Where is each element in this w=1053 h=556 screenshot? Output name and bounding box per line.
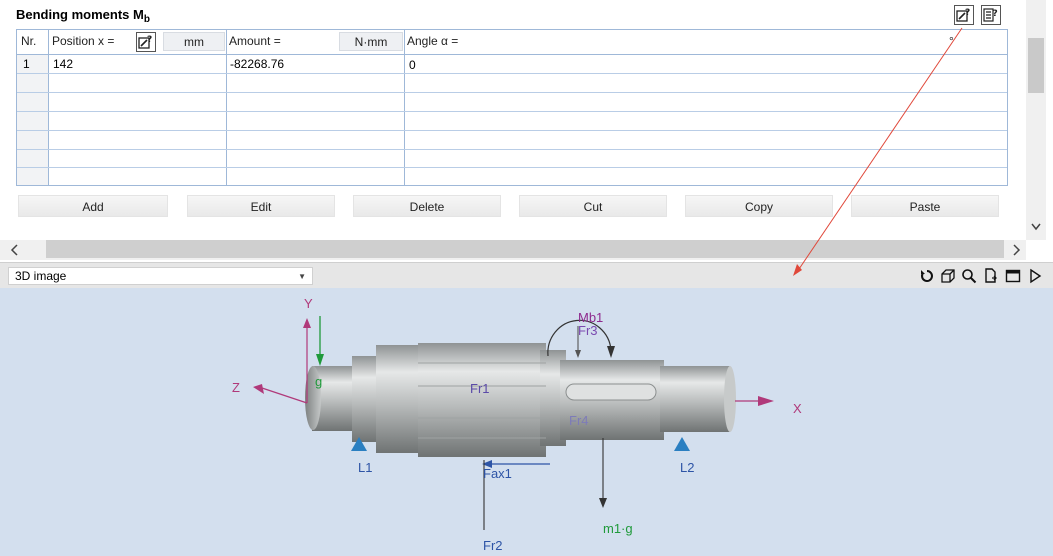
bending-moments-table: Nr. Position x = ? mm Amount = N·mm Angl… bbox=[16, 29, 1008, 186]
col-header-amount: Amount = bbox=[229, 34, 281, 48]
cell-nr[interactable]: 1 bbox=[23, 55, 30, 73]
vertical-scrollbar[interactable] bbox=[1026, 0, 1046, 240]
cell-angle[interactable]: 0 bbox=[409, 56, 416, 74]
rotate-view-button[interactable] bbox=[918, 266, 936, 286]
horizontal-scrollbar-thumb[interactable] bbox=[46, 240, 1004, 258]
col-unit-amount: N·mm bbox=[339, 32, 403, 51]
gravity-arrow bbox=[316, 316, 324, 366]
rotate-icon bbox=[921, 270, 933, 282]
axis-label-x: X bbox=[793, 401, 802, 416]
force-label-fr4: Fr4 bbox=[569, 413, 589, 428]
window-button[interactable] bbox=[1004, 266, 1022, 286]
col-header-angle: Angle α = bbox=[407, 34, 459, 48]
svg-text:?: ? bbox=[147, 35, 152, 45]
grid-line bbox=[17, 73, 1007, 74]
axis-label-z: Z bbox=[232, 380, 240, 395]
edit-button[interactable]: Edit bbox=[187, 195, 335, 217]
shaft-body bbox=[305, 343, 736, 457]
grid-line bbox=[17, 111, 1007, 112]
magnifier-icon bbox=[962, 269, 977, 284]
force-label-fr2: Fr2 bbox=[483, 538, 503, 553]
scroll-right-icon[interactable] bbox=[1009, 243, 1023, 257]
copy-button[interactable]: Copy bbox=[685, 195, 833, 217]
edit-help-button[interactable]: ? bbox=[954, 5, 974, 25]
play-button[interactable] bbox=[1026, 266, 1044, 286]
svg-text:?: ? bbox=[993, 9, 998, 19]
list-help-button[interactable]: ? bbox=[981, 5, 1001, 25]
force-label-fr1: Fr1 bbox=[470, 381, 490, 396]
weight-force-arrow bbox=[599, 438, 607, 508]
cube-icon bbox=[941, 269, 955, 283]
list-help-icon: ? bbox=[983, 8, 998, 22]
add-button[interactable]: Add bbox=[18, 195, 168, 217]
zoom-button[interactable] bbox=[960, 266, 978, 286]
cell-amount[interactable]: -82268.76 bbox=[230, 55, 284, 73]
view-mode-select[interactable]: 3D image ▼ bbox=[8, 267, 313, 285]
grid-line bbox=[17, 167, 1007, 168]
scroll-down-icon[interactable] bbox=[1030, 220, 1042, 234]
col-header-nr: Nr. bbox=[21, 34, 37, 48]
section-title-text: Bending moments M bbox=[16, 7, 144, 22]
document-export-icon bbox=[985, 268, 997, 283]
bearing-l2-icon bbox=[674, 437, 690, 451]
force-label-fr3: Fr3 bbox=[578, 323, 598, 338]
force-label-m1g: m1·g bbox=[603, 521, 633, 536]
position-edit-button[interactable]: ? bbox=[136, 32, 156, 52]
section-title: Bending moments Mb bbox=[16, 7, 150, 25]
edit-help-icon: ? bbox=[956, 8, 970, 22]
paste-button[interactable]: Paste bbox=[851, 195, 999, 217]
3d-viewport[interactable]: Y Z X g Mb1 Fr3 Fr1 Fr4 L1 L2 Fax1 m1·g … bbox=[0, 288, 1053, 556]
grid-line bbox=[17, 54, 1007, 55]
view-mode-value: 3D image bbox=[15, 269, 67, 283]
export-document-button[interactable] bbox=[982, 266, 1000, 286]
axis-label-y: Y bbox=[304, 296, 313, 311]
vertical-scrollbar-thumb[interactable] bbox=[1028, 38, 1044, 93]
grid-line bbox=[17, 149, 1007, 150]
cut-button[interactable]: Cut bbox=[519, 195, 667, 217]
cube-view-button[interactable] bbox=[939, 266, 957, 286]
force-label-fax1: Fax1 bbox=[483, 466, 512, 481]
delete-button[interactable]: Delete bbox=[353, 195, 501, 217]
section-title-subscript: b bbox=[143, 14, 150, 25]
edit-help-icon: ? bbox=[138, 35, 152, 49]
shaft-3d-model bbox=[253, 316, 774, 530]
bearing-label-l1: L1 bbox=[358, 460, 373, 475]
window-icon bbox=[1005, 269, 1021, 283]
svg-text:?: ? bbox=[965, 8, 970, 18]
scroll-left-icon[interactable] bbox=[8, 243, 22, 257]
col-header-position: Position x = bbox=[52, 34, 115, 48]
col-unit-angle: ° bbox=[949, 34, 954, 48]
chevron-down-icon: ▼ bbox=[298, 272, 306, 281]
cell-position[interactable]: 142 bbox=[53, 55, 73, 73]
play-icon bbox=[1030, 268, 1042, 284]
col-unit-position: mm bbox=[163, 32, 225, 51]
bearing-label-l2: L2 bbox=[680, 460, 695, 475]
gravity-label: g bbox=[315, 374, 323, 389]
grid-line bbox=[17, 92, 1007, 93]
grid-line bbox=[17, 130, 1007, 131]
